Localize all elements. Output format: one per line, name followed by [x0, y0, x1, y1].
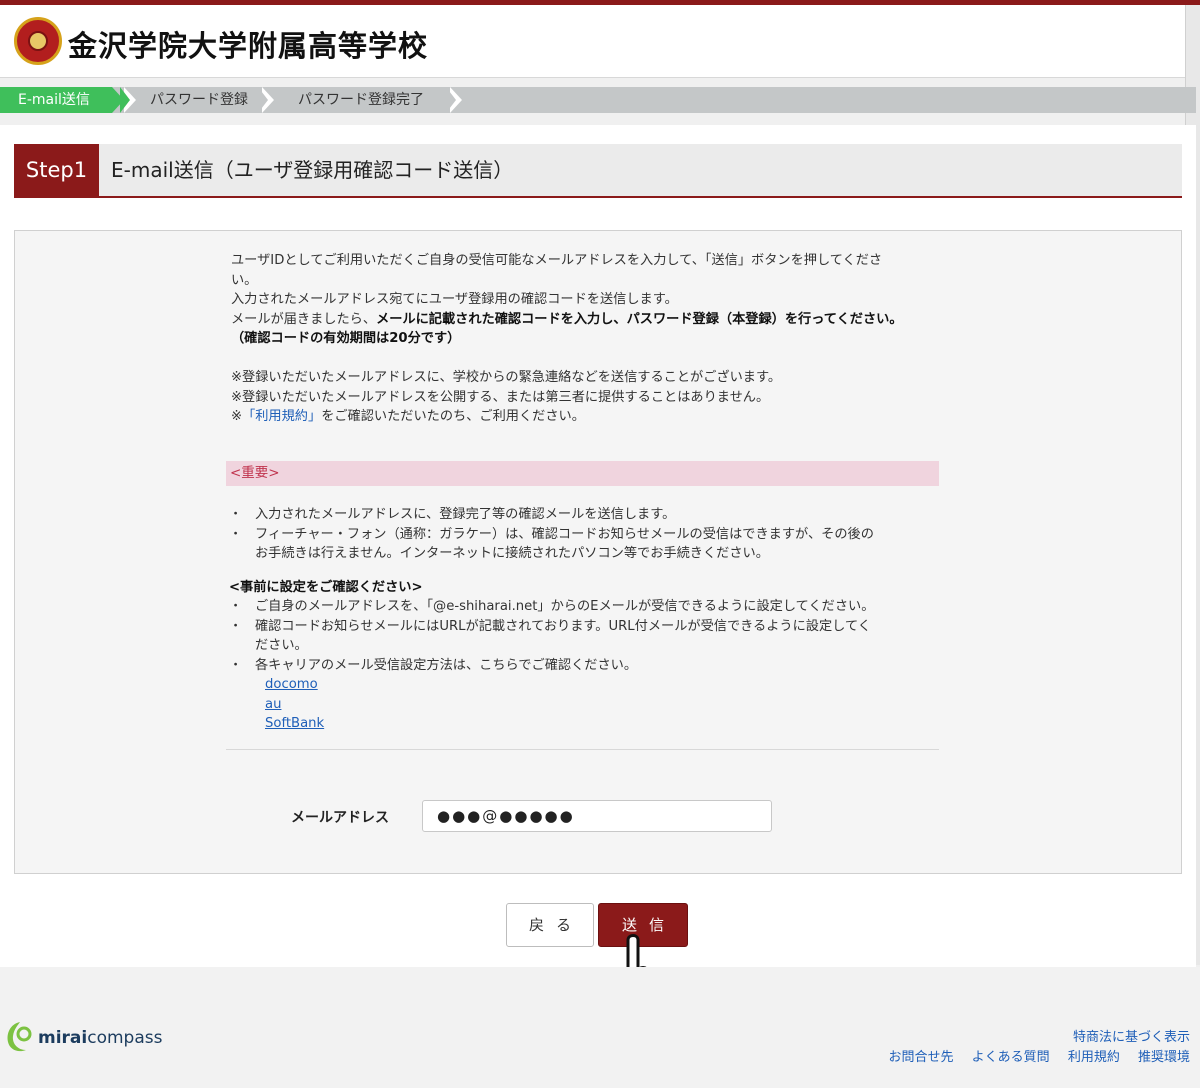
list-item-line: お手続きは行えません。インターネットに接続されたパソコン等でお手続きください。	[255, 546, 769, 561]
footer-link-row: お問合せ先 よくある質問 利用規約 推奨環境	[875, 1046, 1190, 1065]
main-panel: Step1 E-mail送信（ユーザ登録用確認コード送信） ユーザIDとしてご利…	[0, 125, 1196, 967]
progress-step-complete: パスワード登録完了	[298, 92, 424, 108]
progress-steps: E-mail送信 パスワード登録 パスワード登録完了	[0, 87, 1196, 113]
brand-bold: mirai	[38, 1028, 88, 1048]
list-item: フィーチャー・フォン（通称：ガラケー）は、確認コードお知らせメールの受信はできま…	[229, 525, 949, 564]
brand-rest: compass	[87, 1028, 163, 1048]
list-item: 確認コードお知らせメールにはURLが記載されております。URL付メールが受信でき…	[229, 617, 949, 656]
tokushoho-link[interactable]: 特商法に基づく表示	[1073, 1030, 1190, 1045]
school-name: 金沢学院大学附属高等学校	[68, 29, 429, 63]
chevron-right-icon	[258, 87, 268, 113]
list-item-line: ださい。	[255, 638, 308, 653]
contact-link[interactable]: お問合せ先	[889, 1050, 954, 1065]
terms-link[interactable]: 「利用規約」	[242, 409, 321, 424]
step-number: Step1	[14, 144, 99, 196]
back-button[interactable]: 戻る	[506, 903, 594, 947]
note-line: ※登録いただいたメールアドレスに、学校からの緊急連絡などを送信することがございま…	[231, 370, 782, 385]
note-mark: ※	[231, 409, 243, 424]
important-list: 入力されたメールアドレスに、登録完了等の確認メールを送信します。 フィーチャー・…	[229, 505, 949, 734]
intro-text: ユーザIDとしてご利用いただくご自身の受信可能なメールアドレスを入力して、「送信…	[231, 251, 961, 427]
list-item-line: 確認コードお知らせメールにはURLが記載されております。URL付メールが受信でき…	[255, 618, 871, 634]
school-emblem-icon	[14, 17, 62, 65]
au-link[interactable]: au	[265, 695, 949, 715]
faq-link[interactable]: よくある質問	[972, 1050, 1050, 1065]
list-item: 入力されたメールアドレスに、登録完了等の確認メールを送信します。	[229, 505, 949, 525]
code-validity-note: （確認コードの有効期間は20分です）	[231, 331, 461, 346]
miraicompass-logo-icon	[7, 1022, 32, 1052]
footer-link-row: 特商法に基づく表示	[1059, 1026, 1190, 1045]
intro-line: ユーザIDとしてご利用いただくご自身の受信可能なメールアドレスを入力して、「送信…	[231, 253, 883, 268]
terms-of-use-link[interactable]: 利用規約	[1068, 1050, 1120, 1065]
chevron-right-icon	[446, 87, 456, 113]
recommended-env-link[interactable]: 推奨環境	[1138, 1050, 1190, 1065]
divider	[226, 749, 939, 750]
content-box: ユーザIDとしてご利用いただくご自身の受信可能なメールアドレスを入力して、「送信…	[14, 230, 1182, 874]
softbank-link[interactable]: SoftBank	[265, 714, 949, 734]
chevron-right-icon	[120, 87, 130, 113]
intro-bold-text: メールに記載された確認コードを入力し、パスワード登録（本登録）を行ってください。	[376, 311, 903, 327]
note-line: ※登録いただいたメールアドレスを公開する、または第三者に提供することはありません…	[231, 389, 770, 405]
docomo-link[interactable]: docomo	[265, 675, 949, 695]
list-item: 各キャリアのメール受信設定方法は、こちらでご確認ください。	[229, 656, 949, 676]
step-header: Step1 E-mail送信（ユーザ登録用確認コード送信）	[14, 144, 1182, 198]
miraicompass-brand: miraicompass	[38, 1028, 162, 1048]
email-field[interactable]: ●●●@●●●●●	[422, 800, 772, 832]
site-header: 金沢学院大学附属高等学校	[0, 5, 1186, 78]
intro-line: 入力されたメールアドレス宛てにユーザ登録用の確認コードを送信します。	[231, 292, 678, 307]
note-text: をご確認いただいたのち、ご利用ください。	[321, 409, 585, 424]
intro-line: メールが届きましたら、メールに記載された確認コードを入力し、パスワード登録（本登…	[231, 310, 961, 330]
footer: miraicompass 特商法に基づく表示 お問合せ先 よくある質問 利用規約…	[0, 967, 1200, 1088]
list-item: ご自身のメールアドレスを、「@e-shiharai.net」からのEメールが受信…	[229, 597, 949, 617]
settings-heading: <事前に設定をご確認ください>	[229, 579, 423, 595]
list-item-line: フィーチャー・フォン（通称：ガラケー）は、確認コードお知らせメールの受信はできま…	[255, 526, 874, 542]
step-title: E-mail送信（ユーザ登録用確認コード送信）	[111, 158, 514, 182]
intro-text-span: メールが届きましたら、	[231, 311, 377, 327]
important-heading: <重要>	[226, 461, 939, 486]
intro-line: い。	[231, 272, 258, 288]
email-label: メールアドレス	[291, 810, 389, 826]
note-line: ※「利用規約」をご確認いただいたのち、ご利用ください。	[231, 407, 961, 427]
progress-step-password: パスワード登録	[150, 92, 248, 108]
progress-step-email: E-mail送信	[0, 87, 112, 113]
intro-line: （確認コードの有効期間は20分です）	[231, 329, 961, 349]
